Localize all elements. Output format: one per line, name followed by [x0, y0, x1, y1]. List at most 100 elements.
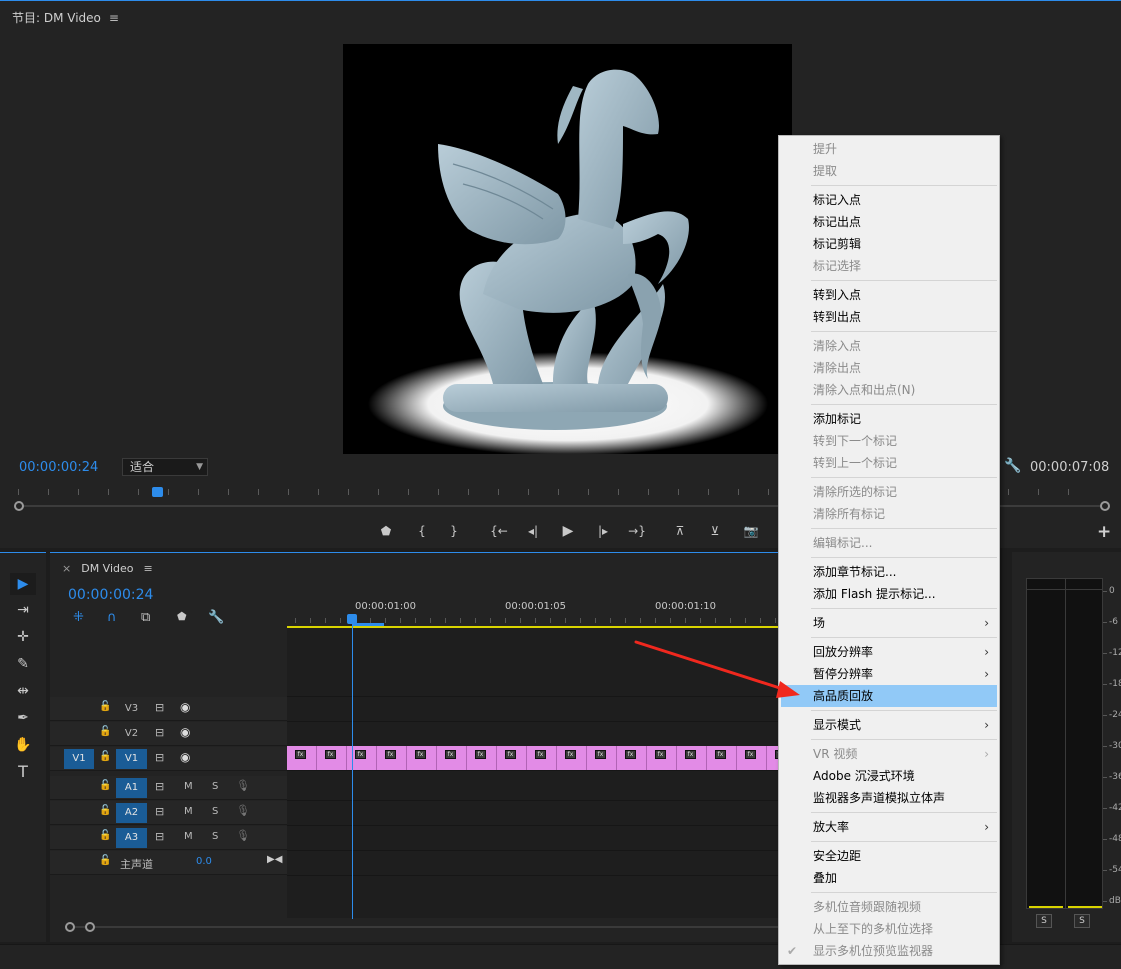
solo-left-button[interactable]: S: [1036, 914, 1052, 928]
menu-item[interactable]: 回放分辨率 ›: [781, 641, 997, 663]
menu-item[interactable]: 多机位音频跟随视频: [781, 896, 997, 918]
menu-item[interactable]: VR 视频 ›: [781, 743, 997, 765]
eye-icon[interactable]: ◉: [180, 725, 190, 739]
track-header-a3[interactable]: 🔓 A3 ⊟ M S 🎙: [50, 826, 287, 850]
lock-icon[interactable]: 🔓: [99, 855, 111, 866]
menu-item[interactable]: 标记入点: [781, 189, 997, 211]
track-name[interactable]: V2: [116, 724, 147, 744]
sync-lock-icon[interactable]: ⊟: [155, 805, 164, 818]
solo-button[interactable]: S: [212, 806, 218, 817]
lock-icon[interactable]: 🔓: [99, 805, 111, 816]
menu-item[interactable]: 添加标记: [781, 408, 997, 430]
track-header-v2[interactable]: 🔓 V2 ⊟ ◉: [50, 722, 287, 746]
menu-item[interactable]: 添加章节标记...: [781, 561, 997, 583]
menu-item[interactable]: 清除入点: [781, 335, 997, 357]
lock-icon[interactable]: 🔓: [99, 751, 111, 762]
play-button[interactable]: ▶: [557, 521, 579, 541]
go-to-end-icon[interactable]: ▶◀: [267, 854, 282, 865]
track-header-v1[interactable]: V1 🔓 V1 ⊟ ◉: [50, 747, 287, 771]
eye-icon[interactable]: ◉: [180, 700, 190, 714]
wrench-icon[interactable]: 🔧: [1004, 458, 1021, 474]
menu-item[interactable]: 高品质回放: [781, 685, 997, 707]
track-header-a1[interactable]: 🔓 A1 ⊟ M S 🎙: [50, 776, 287, 800]
mute-button[interactable]: M: [184, 831, 193, 842]
menu-item[interactable]: 提取: [781, 160, 997, 182]
master-volume-value[interactable]: 0.0: [196, 856, 212, 867]
panel-menu-icon[interactable]: ≡: [109, 11, 119, 25]
add-button[interactable]: +: [1097, 522, 1111, 542]
track-name[interactable]: A1: [116, 778, 147, 798]
track-header-v3[interactable]: 🔓 V3 ⊟ ◉: [50, 697, 287, 721]
menu-item[interactable]: 转到入点: [781, 284, 997, 306]
menu-item[interactable]: 标记出点: [781, 211, 997, 233]
program-monitor-tab[interactable]: 节目: DM Video ≡: [12, 9, 119, 26]
menu-item[interactable]: ✔ 显示多机位预览监视器: [781, 940, 997, 962]
go-to-in-button[interactable]: {←: [488, 521, 510, 541]
lock-icon[interactable]: 🔓: [99, 701, 111, 712]
timeline-playhead[interactable]: [347, 614, 357, 624]
menu-item[interactable]: 提升: [781, 138, 997, 160]
lift-button[interactable]: ⊼: [669, 521, 691, 541]
scrollbar-right-handle[interactable]: [85, 922, 95, 932]
step-forward-button[interactable]: |▸: [592, 521, 614, 541]
sync-lock-icon[interactable]: ⊟: [155, 726, 164, 739]
video-clip-v1[interactable]: fxfxfxfxfxfxfxfxfxfxfxfxfxfxfxfxfx: [287, 746, 797, 770]
menu-item[interactable]: 标记剪辑: [781, 233, 997, 255]
add-marker-button[interactable]: ⬟: [375, 521, 397, 541]
menu-item[interactable]: 叠加: [781, 867, 997, 889]
lock-icon[interactable]: 🔓: [99, 830, 111, 841]
menu-item[interactable]: 场 ›: [781, 612, 997, 634]
source-patch-v1[interactable]: V1: [64, 749, 94, 769]
mini-playhead[interactable]: [152, 487, 163, 497]
mute-button[interactable]: M: [184, 806, 193, 817]
menu-item[interactable]: 清除入点和出点(N): [781, 379, 997, 401]
playhead-timecode[interactable]: 00:00:00:24: [19, 460, 98, 475]
mic-icon[interactable]: 🎙: [236, 804, 250, 817]
menu-item[interactable]: 添加 Flash 提示标记...: [781, 583, 997, 605]
menu-item[interactable]: Adobe 沉浸式环境: [781, 765, 997, 787]
mic-icon[interactable]: 🎙: [236, 829, 250, 842]
lock-icon[interactable]: 🔓: [99, 726, 111, 737]
scrollbar-left-handle[interactable]: [14, 501, 24, 511]
sync-lock-icon[interactable]: ⊟: [155, 751, 164, 764]
menu-item[interactable]: 暂停分辨率 ›: [781, 663, 997, 685]
step-back-button[interactable]: ◂|: [522, 521, 544, 541]
menu-item[interactable]: 显示模式 ›: [781, 714, 997, 736]
solo-button[interactable]: S: [212, 781, 218, 792]
zoom-fit-dropdown[interactable]: 适合 ▼: [122, 458, 208, 476]
mark-in-button[interactable]: {: [411, 521, 433, 541]
sync-lock-icon[interactable]: ⊟: [155, 780, 164, 793]
razor-tool[interactable]: ✎: [10, 653, 36, 675]
export-frame-button[interactable]: 📷: [740, 521, 762, 541]
track-name[interactable]: A2: [116, 803, 147, 823]
menu-item[interactable]: 转到上一个标记: [781, 452, 997, 474]
menu-item[interactable]: 转到下一个标记: [781, 430, 997, 452]
extract-button[interactable]: ⊻: [704, 521, 726, 541]
scrollbar-right-handle[interactable]: [1100, 501, 1110, 511]
timeline-playhead-line[interactable]: [352, 614, 353, 919]
track-header-a2[interactable]: 🔓 A2 ⊟ M S 🎙: [50, 801, 287, 825]
track-name[interactable]: A3: [116, 828, 147, 848]
lock-icon[interactable]: 🔓: [99, 780, 111, 791]
menu-item[interactable]: 从上至下的多机位选择: [781, 918, 997, 940]
menu-item[interactable]: 安全边距: [781, 845, 997, 867]
menu-item[interactable]: 清除所有标记: [781, 503, 997, 525]
track-name[interactable]: V3: [116, 699, 147, 719]
menu-item[interactable]: 转到出点: [781, 306, 997, 328]
sync-lock-icon[interactable]: ⊟: [155, 701, 164, 714]
menu-item[interactable]: 监视器多声道模拟立体声: [781, 787, 997, 809]
pen-tool[interactable]: ✒: [10, 707, 36, 729]
ripple-edit-tool[interactable]: ✛: [10, 626, 36, 648]
menu-item[interactable]: 清除出点: [781, 357, 997, 379]
mark-out-button[interactable]: }: [443, 521, 465, 541]
track-area[interactable]: fxfxfxfxfxfxfxfxfxfxfxfxfxfxfxfxfx: [287, 628, 797, 918]
menu-item[interactable]: 标记选择: [781, 255, 997, 277]
menu-item[interactable]: 放大率 ›: [781, 816, 997, 838]
go-to-out-button[interactable]: →}: [626, 521, 648, 541]
selection-tool[interactable]: ▶: [10, 573, 36, 595]
video-preview[interactable]: [343, 44, 792, 454]
track-select-tool[interactable]: ⇥: [10, 599, 36, 621]
eye-icon[interactable]: ◉: [180, 750, 190, 764]
mic-icon[interactable]: 🎙: [236, 779, 250, 792]
slip-tool[interactable]: ⇹: [10, 680, 36, 702]
